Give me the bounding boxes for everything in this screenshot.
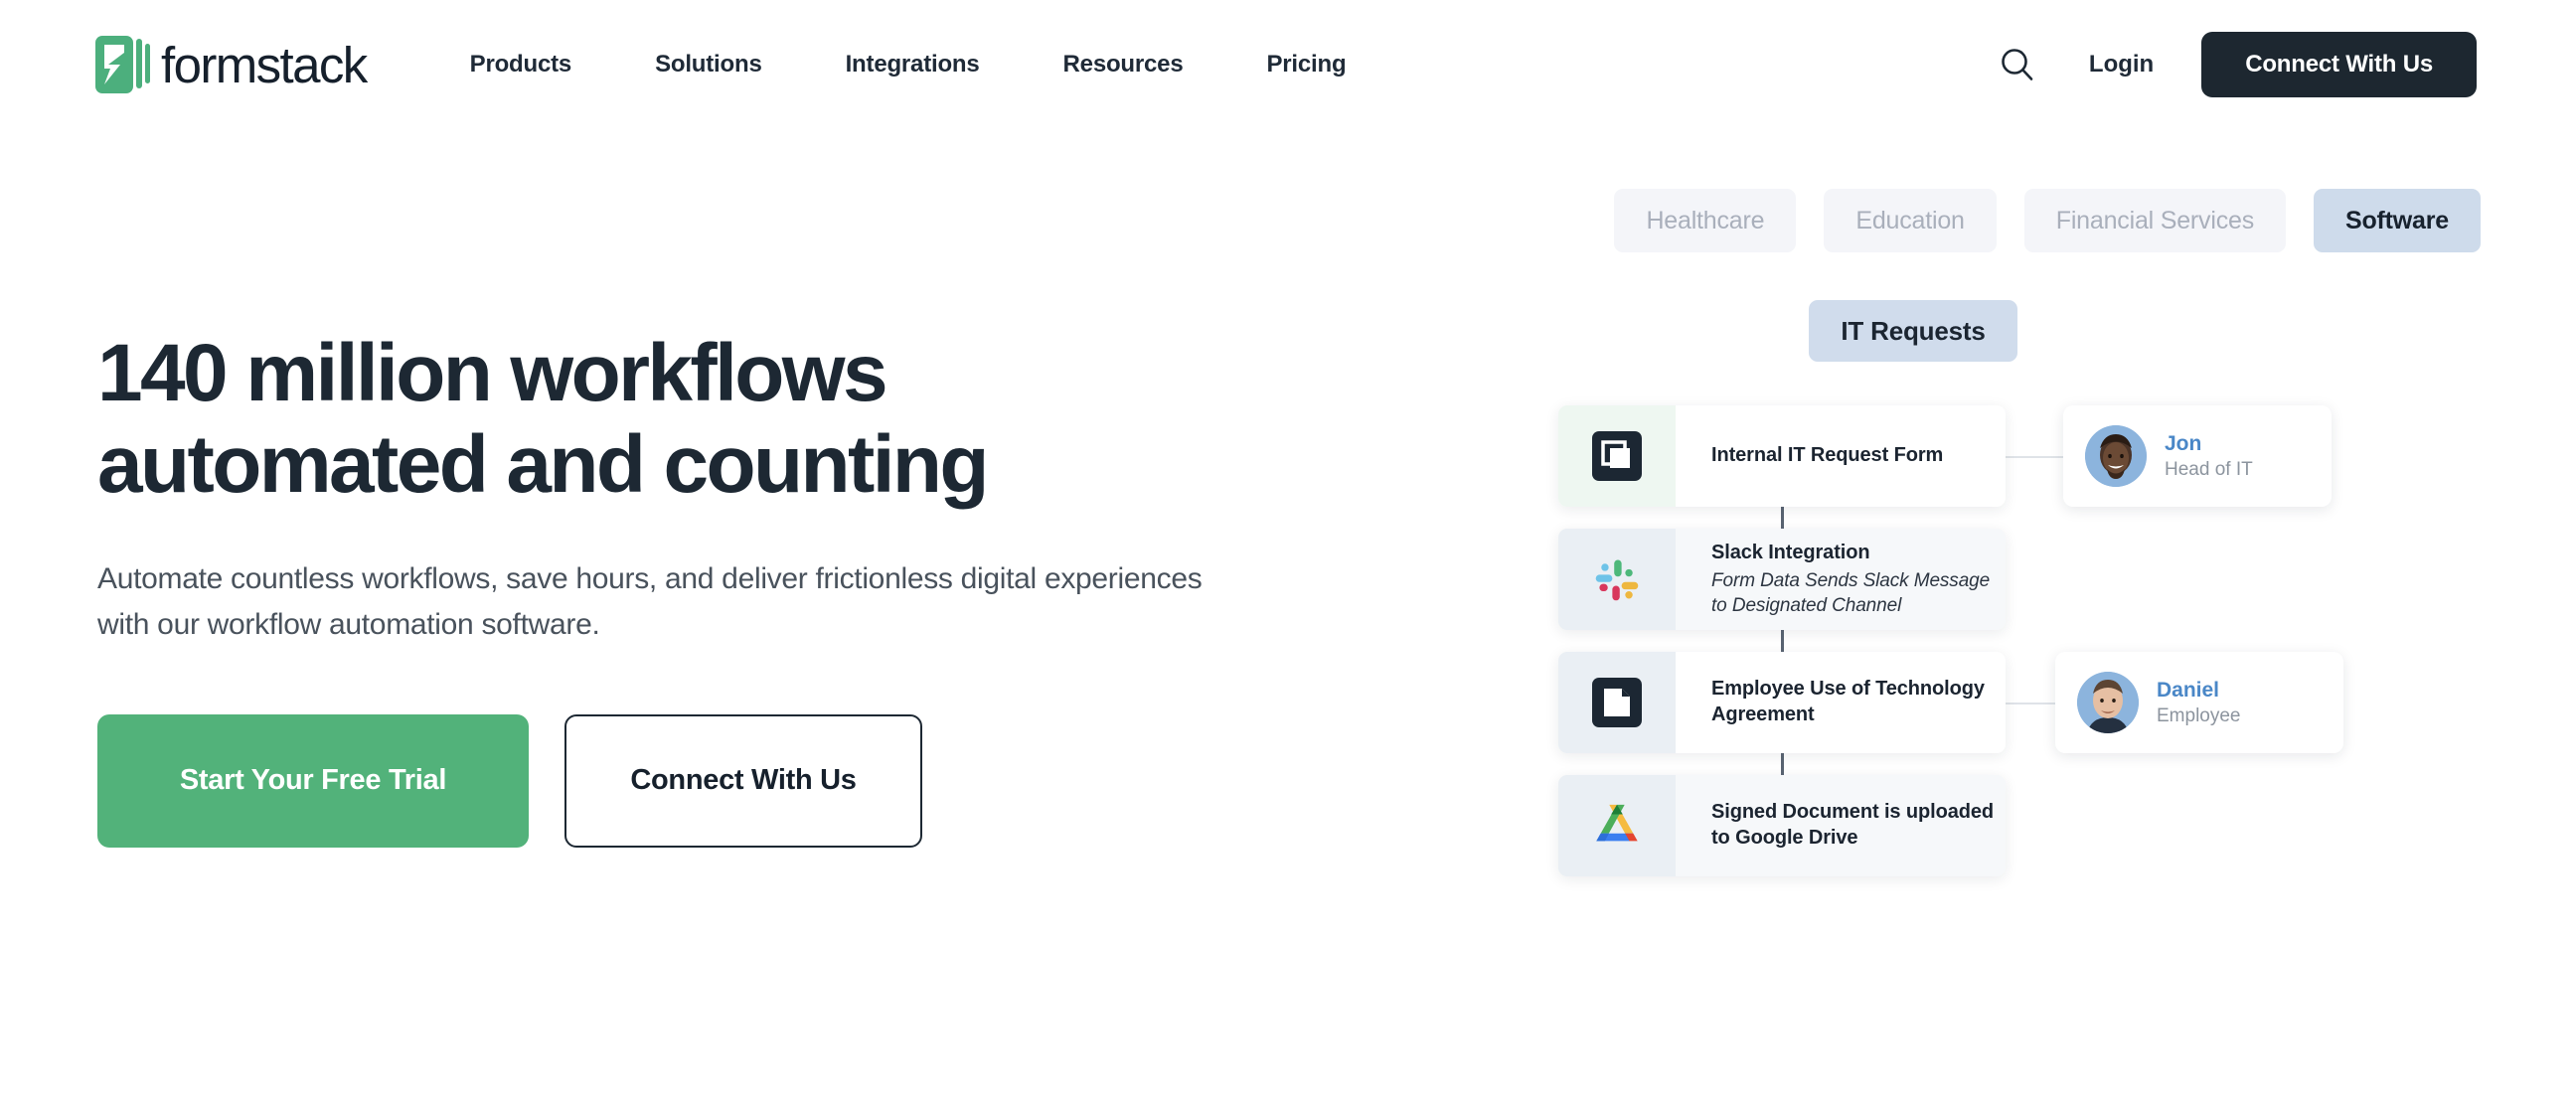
workflow-step-body: Slack Integration Form Data Sends Slack … xyxy=(1676,529,2006,630)
industry-pill-healthcare[interactable]: Healthcare xyxy=(1614,189,1797,252)
brand-wordmark: formstack xyxy=(161,36,368,93)
workflow-step-row: Internal IT Request Form Jon Head of IT xyxy=(1558,405,2433,507)
avatar-daniel xyxy=(2077,672,2139,733)
slack-glyph xyxy=(1595,559,1639,601)
person-name: Daniel xyxy=(2157,678,2220,702)
workflow-step-description: Form Data Sends Slack Message to Designa… xyxy=(1711,570,1991,616)
start-free-trial-button[interactable]: Start Your Free Trial xyxy=(97,713,529,848)
google-drive-icon xyxy=(1558,775,1676,876)
person-card-jon[interactable]: Jon Head of IT xyxy=(2063,405,2332,507)
hero-subtitle: Automate countless workflows, save hours… xyxy=(97,561,1203,642)
avatar-jon xyxy=(2085,425,2147,487)
workflow-step-body: Employee Use of Technology Agreement xyxy=(1676,652,2006,753)
connector-step1-person1 xyxy=(2000,456,2063,458)
workflow-diagram: Internal IT Request Form Jon Head of IT … xyxy=(1558,405,2433,876)
workflow-step-row: Signed Document is uploaded to Google Dr… xyxy=(1558,775,2433,876)
nav-item-integrations[interactable]: Integrations xyxy=(804,51,1022,78)
workflow-step-technology-agreement[interactable]: Employee Use of Technology Agreement xyxy=(1558,652,2006,753)
workflow-step-body: Internal IT Request Form xyxy=(1676,405,2006,507)
site-header: formstack Products Solutions Integration… xyxy=(0,0,2576,129)
industry-filter-tabs: Healthcare Education Financial Services … xyxy=(1421,189,2524,252)
nav-item-pricing[interactable]: Pricing xyxy=(1224,51,1387,78)
person-card-daniel[interactable]: Daniel Employee xyxy=(2055,652,2343,753)
formstack-forms-icon xyxy=(1558,405,1676,507)
person-role: Head of IT xyxy=(2165,458,2253,480)
search-icon[interactable] xyxy=(1988,35,2047,94)
forms-glyph xyxy=(1592,431,1642,481)
brand-logo[interactable]: formstack xyxy=(95,35,368,94)
main-nav: Products Solutions Integrations Resource… xyxy=(428,51,1388,78)
workflow-step-title: Signed Document is uploaded to Google Dr… xyxy=(1711,801,1994,849)
login-link[interactable]: Login xyxy=(2089,51,2154,78)
search-glyph xyxy=(2002,49,2033,80)
nav-item-resources[interactable]: Resources xyxy=(1022,51,1225,78)
hero-content: 140 million workflows automated and coun… xyxy=(97,328,1290,848)
nav-item-solutions[interactable]: Solutions xyxy=(613,51,804,78)
workflow-step-google-drive-upload[interactable]: Signed Document is uploaded to Google Dr… xyxy=(1558,775,2006,876)
person-info: Daniel Employee xyxy=(2157,678,2241,728)
workflow-step-title: Employee Use of Technology Agreement xyxy=(1711,678,1985,725)
person-name: Jon xyxy=(2165,431,2202,455)
formstack-documents-icon xyxy=(1558,652,1676,753)
industry-pill-software[interactable]: Software xyxy=(2314,189,2481,252)
connector-step3-person2 xyxy=(2000,703,2055,704)
avatar-daniel-image xyxy=(2077,672,2139,733)
person-info: Jon Head of IT xyxy=(2165,431,2253,482)
workflow-step-body: Signed Document is uploaded to Google Dr… xyxy=(1676,775,2006,876)
workflow-step-title: Slack Integration xyxy=(1711,541,1870,563)
person-role: Employee xyxy=(2157,704,2241,726)
lightning-bolt-icon xyxy=(104,45,124,84)
industry-pill-education[interactable]: Education xyxy=(1824,189,1997,252)
avatar-jon-image xyxy=(2085,425,2147,487)
page-title: 140 million workflows automated and coun… xyxy=(97,328,989,510)
workflow-category-label: IT Requests xyxy=(1809,300,2017,362)
hero-cta-group: Start Your Free Trial Connect With Us xyxy=(97,713,1290,848)
nav-item-products[interactable]: Products xyxy=(428,51,613,78)
connect-with-us-button-header[interactable]: Connect With Us xyxy=(2201,32,2477,97)
workflow-step-title: Internal IT Request Form xyxy=(1711,444,1944,467)
workflow-step-row: Slack Integration Form Data Sends Slack … xyxy=(1558,529,2433,630)
slack-icon xyxy=(1558,529,1676,630)
workflow-showcase: Healthcare Education Financial Services … xyxy=(1421,189,2524,898)
workflow-step-slack-integration[interactable]: Slack Integration Form Data Sends Slack … xyxy=(1558,529,2006,630)
industry-pill-financial-services[interactable]: Financial Services xyxy=(2023,189,2287,252)
workflow-step-row: Employee Use of Technology Agreement Dan… xyxy=(1558,652,2433,753)
connect-with-us-button[interactable]: Connect With Us xyxy=(564,713,922,848)
workflow-step-internal-it-request-form[interactable]: Internal IT Request Form xyxy=(1558,405,2006,507)
documents-glyph xyxy=(1592,678,1642,727)
google-drive-glyph xyxy=(1596,804,1638,842)
formstack-lightning-logo xyxy=(95,35,150,94)
header-actions: Login Connect With Us xyxy=(1988,32,2477,97)
workflow-label-row: IT Requests xyxy=(1421,300,2524,362)
